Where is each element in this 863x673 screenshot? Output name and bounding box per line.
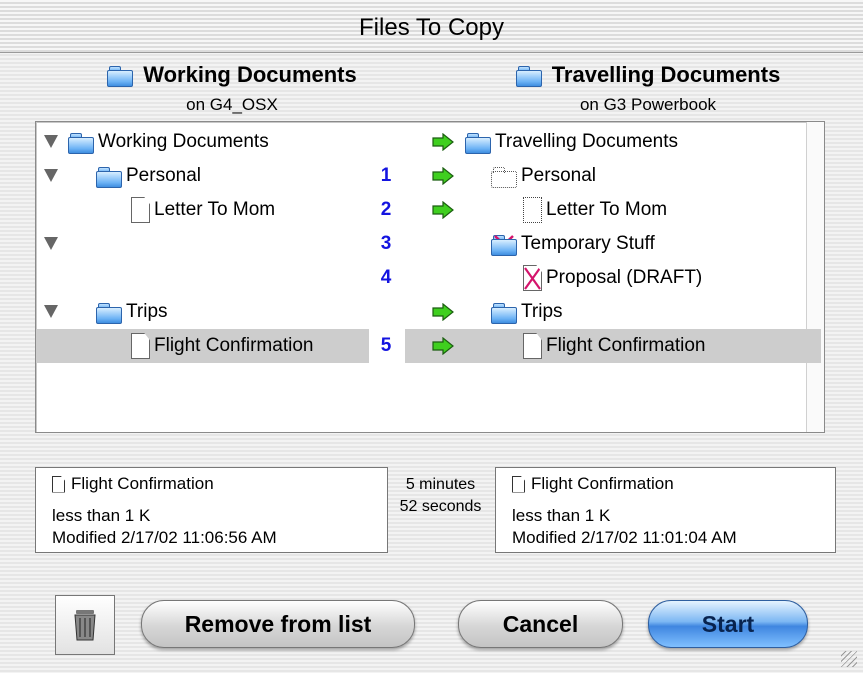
resize-grip[interactable]	[841, 651, 857, 667]
remove-from-list-button[interactable]: Remove from list	[141, 600, 415, 648]
folder-icon	[96, 301, 122, 324]
trash-icon	[74, 610, 96, 641]
right-item-label: Temporary Stuff	[521, 233, 655, 254]
list-row[interactable]: Trips Trips	[36, 295, 806, 329]
time-difference-minutes: 5 minutes	[405, 476, 476, 493]
delete-folder-icon	[491, 233, 517, 256]
document-icon	[523, 333, 542, 359]
left-item-label: Letter To Mom	[154, 199, 276, 220]
list-row[interactable]: 4 Proposal (DRAFT)	[36, 261, 806, 295]
destination-location: on G3 Powerbook	[579, 95, 717, 114]
right-item-label: Personal	[521, 165, 596, 186]
source-file-info: Flight Confirmation less than 1 K Modifi…	[35, 467, 388, 553]
source-name: Working Documents	[143, 62, 357, 87]
row-number: 1	[380, 165, 392, 186]
destination-file-info: Flight Confirmation less than 1 K Modifi…	[495, 467, 836, 553]
destination-name: Travelling Documents	[551, 62, 781, 87]
info-file-size: less than 1 K	[52, 506, 151, 525]
folder-icon	[515, 64, 542, 87]
folder-icon	[68, 131, 94, 154]
right-item-label: Travelling Documents	[495, 131, 679, 152]
document-icon	[131, 333, 150, 359]
trash-button[interactable]	[55, 595, 115, 655]
list-row[interactable]: 3 Temporary Stuff	[36, 227, 806, 261]
new-document-icon	[523, 197, 542, 223]
disclosure-triangle-icon[interactable]	[44, 305, 58, 318]
row-number: 2	[380, 199, 392, 220]
document-icon	[131, 197, 150, 223]
cancel-button[interactable]: Cancel	[458, 600, 623, 648]
info-modified-date: Modified 2/17/02 11:06:56 AM	[52, 528, 277, 547]
list-row[interactable]: Working Documents Travelling Documents	[36, 125, 806, 159]
info-file-size: less than 1 K	[512, 506, 611, 525]
file-list[interactable]: Working Documents Travelling Documents P…	[35, 121, 825, 433]
scrollbar[interactable]	[806, 122, 824, 432]
start-button[interactable]: Start	[648, 600, 808, 648]
info-modified-date: Modified 2/17/02 11:01:04 AM	[512, 528, 737, 547]
right-item-label: Trips	[521, 301, 563, 322]
time-difference-seconds: 52 seconds	[399, 498, 482, 515]
copy-arrow-icon	[432, 133, 454, 151]
source-header: Working Documents on G4_OSX	[42, 62, 422, 115]
disclosure-triangle-icon[interactable]	[44, 237, 58, 250]
right-item-label: Letter To Mom	[546, 199, 668, 220]
folder-icon	[96, 165, 122, 188]
info-file-name: Flight Confirmation	[71, 474, 214, 493]
title-bar[interactable]: Files To Copy	[0, 0, 863, 53]
row-number: 5	[380, 335, 392, 356]
list-row-selected[interactable]: Flight Confirmation 5 Flight Confirmatio…	[36, 329, 821, 363]
new-folder-icon	[491, 165, 517, 188]
copy-arrow-icon	[432, 303, 454, 321]
source-location: on G4_OSX	[186, 95, 278, 114]
left-item-label: Working Documents	[98, 131, 269, 152]
folder-icon	[491, 301, 517, 324]
left-item-label: Trips	[126, 301, 168, 322]
info-file-name: Flight Confirmation	[531, 474, 674, 493]
left-item-label: Personal	[126, 165, 201, 186]
left-item-label: Flight Confirmation	[154, 335, 314, 356]
copy-arrow-icon	[432, 337, 454, 355]
right-item-label: Flight Confirmation	[546, 335, 706, 356]
time-difference: 5 minutes 52 seconds	[388, 474, 493, 518]
disclosure-triangle-icon[interactable]	[44, 135, 58, 148]
document-icon	[512, 475, 525, 493]
right-item-label: Proposal (DRAFT)	[546, 267, 703, 288]
destination-header: Travelling Documents on G3 Powerbook	[458, 62, 838, 115]
folder-icon	[107, 64, 134, 87]
copy-arrow-icon	[432, 167, 454, 185]
list-row[interactable]: Letter To Mom 2 Letter To Mom	[36, 193, 806, 227]
row-number: 4	[380, 267, 392, 288]
row-number: 3	[380, 233, 392, 254]
delete-document-icon	[523, 265, 542, 291]
list-row[interactable]: Personal 1 Personal	[36, 159, 806, 193]
folder-icon	[465, 131, 491, 154]
disclosure-triangle-icon[interactable]	[44, 169, 58, 182]
window-title: Files To Copy	[359, 14, 504, 41]
copy-arrow-icon	[432, 201, 454, 219]
document-icon	[52, 475, 65, 493]
